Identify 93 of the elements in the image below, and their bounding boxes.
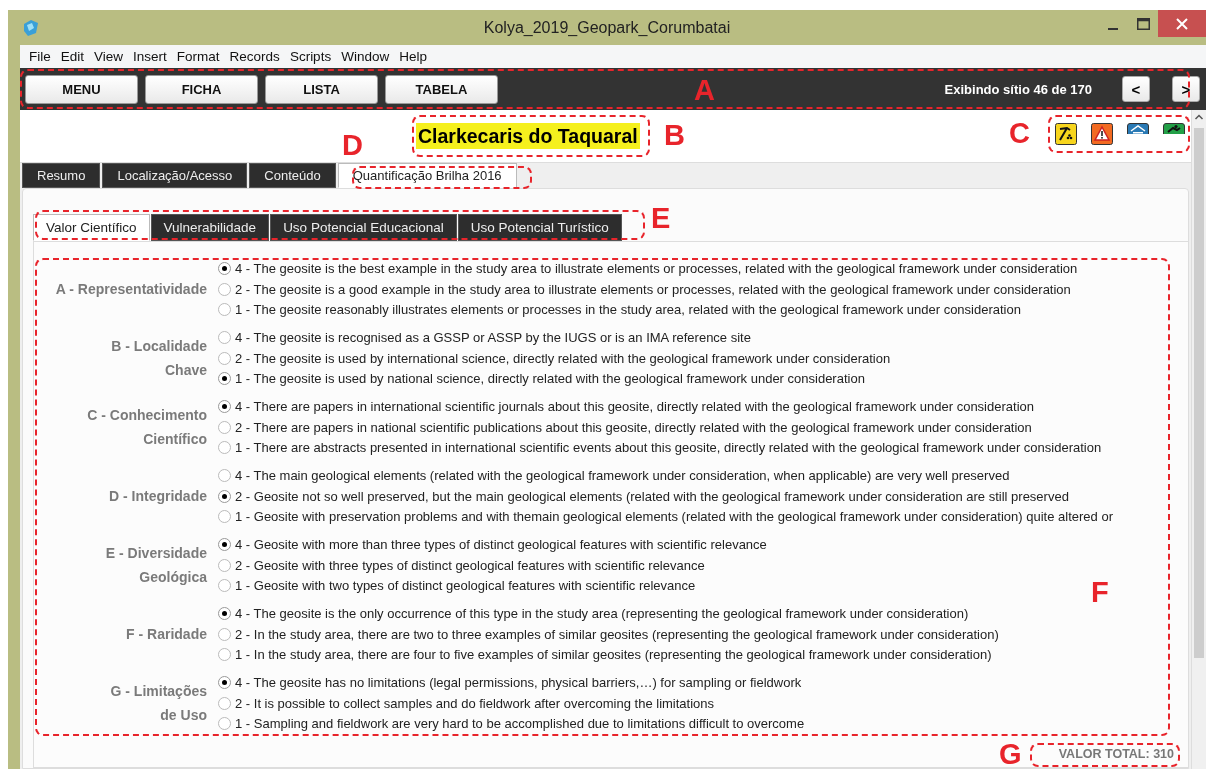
- option-label[interactable]: 1 - Geosite with preservation problems and with themain geological elements (related with the geological framework under consideration) quite altered or: [235, 509, 1113, 525]
- nav-button[interactable]: <: [1122, 76, 1150, 102]
- radio-button[interactable]: [218, 420, 231, 434]
- toolbar-button[interactable]: MENU: [25, 74, 138, 104]
- radio-button[interactable]: [218, 627, 231, 641]
- radio-button[interactable]: [218, 717, 231, 731]
- activity-icon[interactable]: [1163, 123, 1185, 134]
- tab[interactable]: Conteúdo: [249, 163, 336, 188]
- tab[interactable]: Uso Potencial Educacional: [270, 214, 457, 241]
- window-title: Kolya_2019_Geopark_Corumbatai: [483, 19, 731, 36]
- total-score: VALOR TOTAL: 310: [1058, 747, 1174, 761]
- menu-item[interactable]: Help: [394, 49, 432, 64]
- tab[interactable]: Vulnerabilidade: [150, 214, 270, 241]
- nav-button[interactable]: >: [1172, 76, 1200, 102]
- radio-button[interactable]: [218, 330, 231, 344]
- criterion-label: G - Limitações de Uso: [109, 682, 207, 725]
- radio-button[interactable]: [218, 579, 231, 593]
- toolbar-button[interactable]: TABELA: [385, 74, 498, 104]
- option-label[interactable]: 2 - It is possible to collect samples and do fieldwork after overcoming the limitations: [235, 695, 715, 711]
- radio-button[interactable]: [218, 489, 231, 503]
- menu-item[interactable]: View: [89, 49, 129, 64]
- option-label[interactable]: 2 - In the study area, there are two to three examples of similar geosites (representing the geological framework under consideration): [235, 626, 999, 642]
- radio-button[interactable]: [218, 282, 231, 296]
- option-label[interactable]: 4 - There are papers in international scientific journals about this geosite, directly related with the geological framework under consideration: [235, 398, 1034, 414]
- criterion-label: F - Raridade: [125, 625, 207, 644]
- annotation-label: F: [1091, 578, 1109, 607]
- option-label[interactable]: 4 - The geosite is the only occurrence of this type in the study area (representing the geological framework under consideration): [235, 605, 969, 621]
- criterion-label: A - Representatividade: [54, 280, 207, 299]
- tab[interactable]: Valor Científico: [33, 214, 150, 241]
- annotation-label: C: [1009, 119, 1030, 148]
- hammer-icon[interactable]: [1055, 123, 1077, 145]
- menu-item[interactable]: Insert: [128, 49, 172, 64]
- radio-button[interactable]: [218, 696, 231, 710]
- radio-button[interactable]: [218, 537, 231, 551]
- option-label[interactable]: 2 - Geosite with three types of distinct geological features with scientific relevance: [235, 557, 705, 573]
- option-label[interactable]: 4 - The geosite has no limitations (legal permissions, physical barriers,…) for sampling or fieldwork: [235, 674, 802, 690]
- menu-item[interactable]: Edit: [55, 49, 90, 64]
- option-label[interactable]: 1 - In the study area, there are four to five examples of similar geosites (representing the geological framework under consideration): [235, 647, 992, 663]
- site-title: Clarkecaris do Taquaral: [416, 123, 640, 149]
- option-label[interactable]: 2 - There are papers in national scientific publications about this geosite, directly related with the geological framework under consideration: [235, 419, 1032, 435]
- menu-item[interactable]: Records: [224, 49, 285, 64]
- option-label[interactable]: 1 - There are abstracts presented in international scientific events about this geosite, directly related with the geological framework under consideration: [235, 440, 1102, 456]
- radio-button[interactable]: [218, 399, 231, 413]
- criterion-label: E - Diversidade Geológica: [104, 544, 207, 587]
- annotation-label: A: [694, 76, 715, 105]
- radio-button[interactable]: [218, 261, 231, 275]
- option-label[interactable]: 4 - The main geological elements (related with the geological framework under consideration, when applicable) are very well preserved: [235, 467, 1010, 483]
- radio-button[interactable]: [218, 468, 231, 482]
- close-icon: [1176, 17, 1188, 30]
- tab[interactable]: Localização/Acesso: [102, 163, 248, 188]
- tab[interactable]: Quantificação Brilha 2016: [337, 163, 517, 188]
- radio-button[interactable]: [218, 441, 231, 455]
- option-label[interactable]: 2 - Geosite not so well preserved, but the main geological elements (related with the geological framework under consideration are still preserved: [235, 488, 1069, 504]
- option-label[interactable]: 4 - The geosite is the best example in the study area to illustrate elements or processes, related with the geological framework under consideration: [235, 260, 1078, 276]
- annotation-label: B: [664, 121, 685, 150]
- menu-item[interactable]: File: [24, 49, 56, 64]
- tab[interactable]: Uso Potencial Turístico: [457, 214, 622, 241]
- close-button[interactable]: [1158, 10, 1206, 37]
- option-label[interactable]: 1 - The geosite is used by national science, directly related with the geological framework under consideration: [235, 371, 865, 387]
- option-label[interactable]: 4 - Geosite with more than three types of distinct geological features with scientific relevance: [235, 536, 767, 552]
- option-label[interactable]: 2 - The geosite is a good example in the study area to illustrate elements or processes, related with the geological framework under consideration: [235, 281, 1071, 297]
- radio-button[interactable]: [218, 675, 231, 689]
- radio-button[interactable]: [218, 510, 231, 524]
- menu-item[interactable]: Format: [171, 49, 225, 64]
- annotation-label: G: [999, 740, 1022, 769]
- annotation-label: E: [651, 204, 671, 233]
- warning-icon[interactable]: [1091, 123, 1113, 145]
- menu-item[interactable]: Scripts: [284, 49, 337, 64]
- shelter-icon[interactable]: [1127, 123, 1149, 134]
- radio-button[interactable]: [218, 606, 231, 620]
- option-label[interactable]: 4 - The geosite is recognised as a GSSP or ASSP by the IUGS or is an IMA reference site: [235, 329, 751, 345]
- menu-item[interactable]: Window: [336, 49, 395, 64]
- criterion-label: B - Localidade Chave: [110, 337, 207, 380]
- minimize-icon: [1108, 27, 1118, 30]
- annotation-label: D: [342, 131, 363, 160]
- criterion-label: D - Integridade: [108, 487, 207, 506]
- option-label[interactable]: 1 - Geosite with two types of distinct geological features with scientific relevance: [235, 578, 696, 594]
- radio-button[interactable]: [218, 351, 231, 365]
- tab[interactable]: Resumo: [22, 163, 101, 188]
- app-icon: [22, 18, 40, 37]
- option-label[interactable]: 1 - Sampling and fieldwork are very hard to be accomplished due to limitations difficult to overcome: [235, 716, 805, 732]
- toolbar-button[interactable]: FICHA: [145, 74, 258, 104]
- toolbar-button[interactable]: LISTA: [265, 74, 378, 104]
- option-label[interactable]: 1 - The geosite reasonably illustrates elements or processes in the study area, related with the geological framework under consideration: [235, 302, 1021, 318]
- radio-button[interactable]: [218, 303, 231, 317]
- criterion-label: C - Conhecimento Científico: [86, 406, 207, 449]
- radio-button[interactable]: [218, 648, 231, 662]
- maximize-icon: [1136, 17, 1150, 30]
- radio-button[interactable]: [218, 372, 231, 386]
- record-status: Exibindo sítio 46 de 170: [944, 81, 1092, 97]
- radio-button[interactable]: [218, 558, 231, 572]
- option-label[interactable]: 2 - The geosite is used by international science, directly related with the geological framework under consideration: [235, 350, 891, 366]
- scrollbar[interactable]: [1191, 110, 1206, 769]
